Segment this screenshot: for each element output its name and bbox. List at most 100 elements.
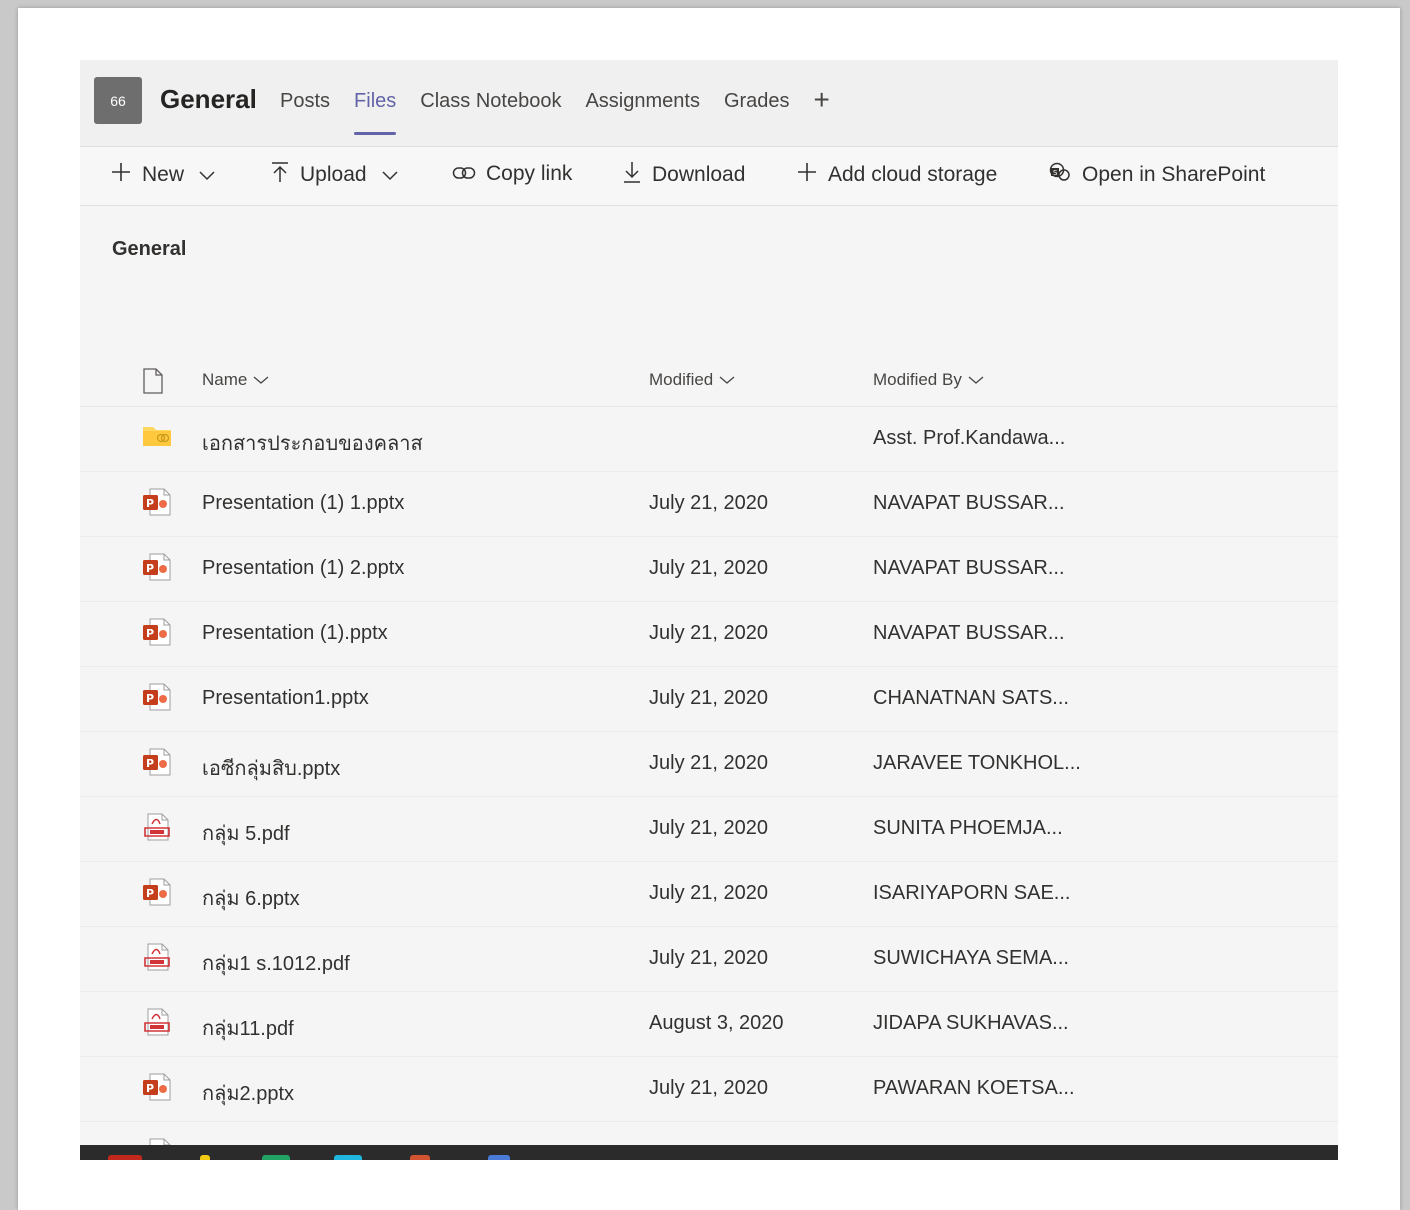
open-in-sharepoint-button[interactable]: S Open in SharePoint (1048, 161, 1265, 189)
taskbar-app[interactable] (410, 1155, 430, 1160)
team-avatar[interactable]: 66 (94, 77, 142, 124)
copy-link-button[interactable]: Copy link (452, 161, 572, 187)
file-row[interactable]: P Presentation (1).pptx July 21, 2020 NAVAP… (80, 602, 1338, 667)
document-page: 66 General Posts Files Class Notebook As… (18, 8, 1400, 1210)
column-modified-by-label: Modified By (873, 370, 962, 389)
powerpoint-file-icon: P (142, 1072, 172, 1102)
file-modified-by: JIDAPA SUKHAVAS... (873, 1012, 1069, 1034)
file-modified-by: JARAVEE TONKHOL... (873, 752, 1081, 774)
tab-files[interactable]: Files (354, 90, 397, 135)
taskbar-app[interactable] (334, 1155, 362, 1160)
file-modified-by: SUNITA PHOEMJA... (873, 817, 1063, 839)
file-type-icon[interactable] (142, 368, 164, 399)
column-name-label: Name (202, 370, 248, 389)
add-cloud-storage-label: Add cloud storage (828, 163, 998, 186)
taskbar-app[interactable] (200, 1155, 210, 1160)
svg-text:P: P (146, 757, 154, 770)
file-row[interactable]: กลุ่ม11.pdf August 3, 2020 JIDAPA SUKHAVAS… (80, 992, 1338, 1057)
tab-posts[interactable]: Posts (280, 90, 330, 135)
column-modified[interactable]: Modified (649, 370, 735, 390)
files-content: General Name Modified Modified By เอกสาร… (80, 206, 1338, 1160)
file-name[interactable]: เอกสารประกอบของคลาส (202, 427, 423, 459)
powerpoint-file-icon: P (142, 682, 172, 712)
taskbar-app[interactable] (488, 1155, 510, 1160)
channel-title: General (160, 84, 257, 114)
file-modified-date: July 21, 2020 (649, 947, 768, 969)
chevron-down-icon (719, 370, 735, 390)
file-modified-date: July 21, 2020 (649, 1077, 768, 1099)
file-modified-by: SUWICHAYA SEMA... (873, 947, 1069, 969)
open-in-sharepoint-label: Open in SharePoint (1082, 163, 1266, 186)
file-name[interactable]: กลุ่ม 6.pptx (202, 882, 300, 914)
chevron-down-icon (253, 370, 269, 390)
download-icon (622, 161, 642, 189)
taskbar-app[interactable] (108, 1155, 142, 1160)
file-modified-by: NAVAPAT BUSSAR... (873, 557, 1065, 579)
svg-text:P: P (146, 627, 154, 640)
pdf-file-icon (142, 812, 172, 842)
powerpoint-file-icon: P (142, 552, 172, 582)
taskbar-app[interactable] (262, 1155, 290, 1160)
plus-icon (796, 161, 818, 189)
folder-icon (142, 422, 172, 452)
file-name[interactable]: Presentation (1) 1.pptx (202, 492, 404, 515)
file-row[interactable]: P Presentation (1) 1.pptx July 21, 2020 NAV… (80, 472, 1338, 537)
file-modified-date: July 21, 2020 (649, 687, 768, 709)
file-row[interactable]: P Presentation1.pptx July 21, 2020 CHANATNA… (80, 667, 1338, 732)
file-modified-by: PAWARAN KOETSA... (873, 1077, 1075, 1099)
link-icon (452, 161, 476, 187)
copy-link-label: Copy link (486, 162, 573, 185)
file-modified-by: Asst. Prof.Kandawa... (873, 427, 1066, 449)
file-name[interactable]: Presentation (1) 2.pptx (202, 557, 404, 580)
file-name[interactable]: กลุ่ม1 s.1012.pdf (202, 947, 350, 979)
file-name[interactable]: กลุ่ม 5.pdf (202, 817, 290, 849)
upload-icon (270, 161, 290, 189)
chevron-down-icon (198, 163, 216, 187)
pdf-file-icon (142, 1007, 172, 1037)
folder-breadcrumb: General (112, 238, 187, 260)
column-modified-label: Modified (649, 370, 714, 389)
file-modified-date: July 21, 2020 (649, 817, 768, 839)
file-modified-by: NAVAPAT BUSSAR... (873, 622, 1065, 644)
tab-class-notebook[interactable]: Class Notebook (420, 90, 561, 135)
tab-grades[interactable]: Grades (724, 90, 790, 135)
command-bar: New Upload Copy link Download Add cloud … (80, 147, 1338, 206)
download-button[interactable]: Download (622, 161, 745, 189)
file-name[interactable]: กลุ่ม11.pdf (202, 1012, 294, 1044)
chevron-down-icon (381, 163, 399, 187)
file-modified-date: August 3, 2020 (649, 1012, 784, 1034)
svg-text:P: P (146, 1082, 154, 1095)
file-row[interactable]: P เอซีกลุ่มสิบ.pptx July 21, 2020 JARAVEE T… (80, 732, 1338, 797)
file-modified-date: July 21, 2020 (649, 752, 768, 774)
download-label: Download (652, 163, 746, 186)
file-row[interactable]: เอกสารประกอบของคลาส Asst. Prof.Kandawa... (80, 407, 1338, 472)
svg-text:P: P (146, 887, 154, 900)
file-name[interactable]: กลุ่ม2.pptx (202, 1077, 294, 1109)
svg-text:P: P (146, 497, 154, 510)
file-row[interactable]: P กลุ่ม2.pptx July 21, 2020 PAWARAN KOETSA.… (80, 1057, 1338, 1122)
add-cloud-storage-button[interactable]: Add cloud storage (796, 161, 997, 189)
file-list-header: Name Modified Modified By (80, 354, 1338, 407)
file-row[interactable]: P Presentation (1) 2.pptx July 21, 2020 NAV… (80, 537, 1338, 602)
file-name[interactable]: Presentation1.pptx (202, 687, 369, 710)
file-modified-by: CHANATNAN SATS... (873, 687, 1069, 709)
taskbar-strip (80, 1145, 1338, 1160)
add-tab-plus-icon[interactable]: + (814, 84, 830, 116)
file-name[interactable]: Presentation (1).pptx (202, 622, 388, 645)
file-row[interactable]: กลุ่ม 5.pdf July 21, 2020 SUNITA PHOEMJA..… (80, 797, 1338, 862)
new-button[interactable]: New (110, 161, 216, 189)
column-modified-by[interactable]: Modified By (873, 370, 984, 390)
file-name[interactable]: เอซีกลุ่มสิบ.pptx (202, 752, 340, 784)
sharepoint-icon: S (1048, 161, 1072, 189)
upload-button[interactable]: Upload (270, 161, 399, 189)
file-modified-date: July 21, 2020 (649, 622, 768, 644)
file-row[interactable]: กลุ่ม1 s.1012.pdf July 21, 2020 SUWICHAYA … (80, 927, 1338, 992)
file-row[interactable]: P กลุ่ม 6.pptx July 21, 2020 ISARIYAPORN SA… (80, 862, 1338, 927)
powerpoint-file-icon: P (142, 487, 172, 517)
svg-text:P: P (146, 562, 154, 575)
column-name[interactable]: Name (202, 370, 269, 390)
upload-label: Upload (300, 163, 367, 186)
file-modified-date: July 21, 2020 (649, 882, 768, 904)
pdf-file-icon (142, 942, 172, 972)
tab-assignments[interactable]: Assignments (585, 90, 700, 135)
